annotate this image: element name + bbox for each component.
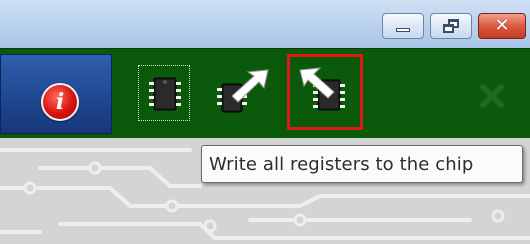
- info-icon: i: [55, 89, 65, 115]
- tooltip: Write all registers to the chip: [201, 145, 523, 183]
- application-window: ✕ i Write all registers to the chip: [0, 0, 530, 244]
- close-icon: ✕: [494, 15, 510, 36]
- tooltip-text: Write all registers to the chip: [209, 153, 474, 175]
- chip-write-arrow-icon: [299, 67, 345, 111]
- write-registers-button[interactable]: [296, 66, 346, 122]
- restore-icon: [441, 18, 461, 34]
- window-controls: ✕: [382, 13, 526, 39]
- restore-button[interactable]: [430, 13, 472, 39]
- disabled-close-icon: [480, 84, 504, 108]
- info-panel: i: [0, 54, 112, 134]
- info-button[interactable]: i: [41, 83, 79, 121]
- minimize-button[interactable]: [382, 13, 424, 39]
- chip-button[interactable]: [140, 66, 190, 122]
- chip-icon: [149, 77, 181, 111]
- chip-read-arrow-icon: [217, 69, 269, 113]
- toolbar: i: [0, 48, 530, 139]
- minimize-icon: [396, 28, 410, 32]
- close-button[interactable]: ✕: [478, 13, 526, 39]
- title-bar: ✕: [0, 0, 530, 48]
- read-registers-button[interactable]: [212, 66, 269, 122]
